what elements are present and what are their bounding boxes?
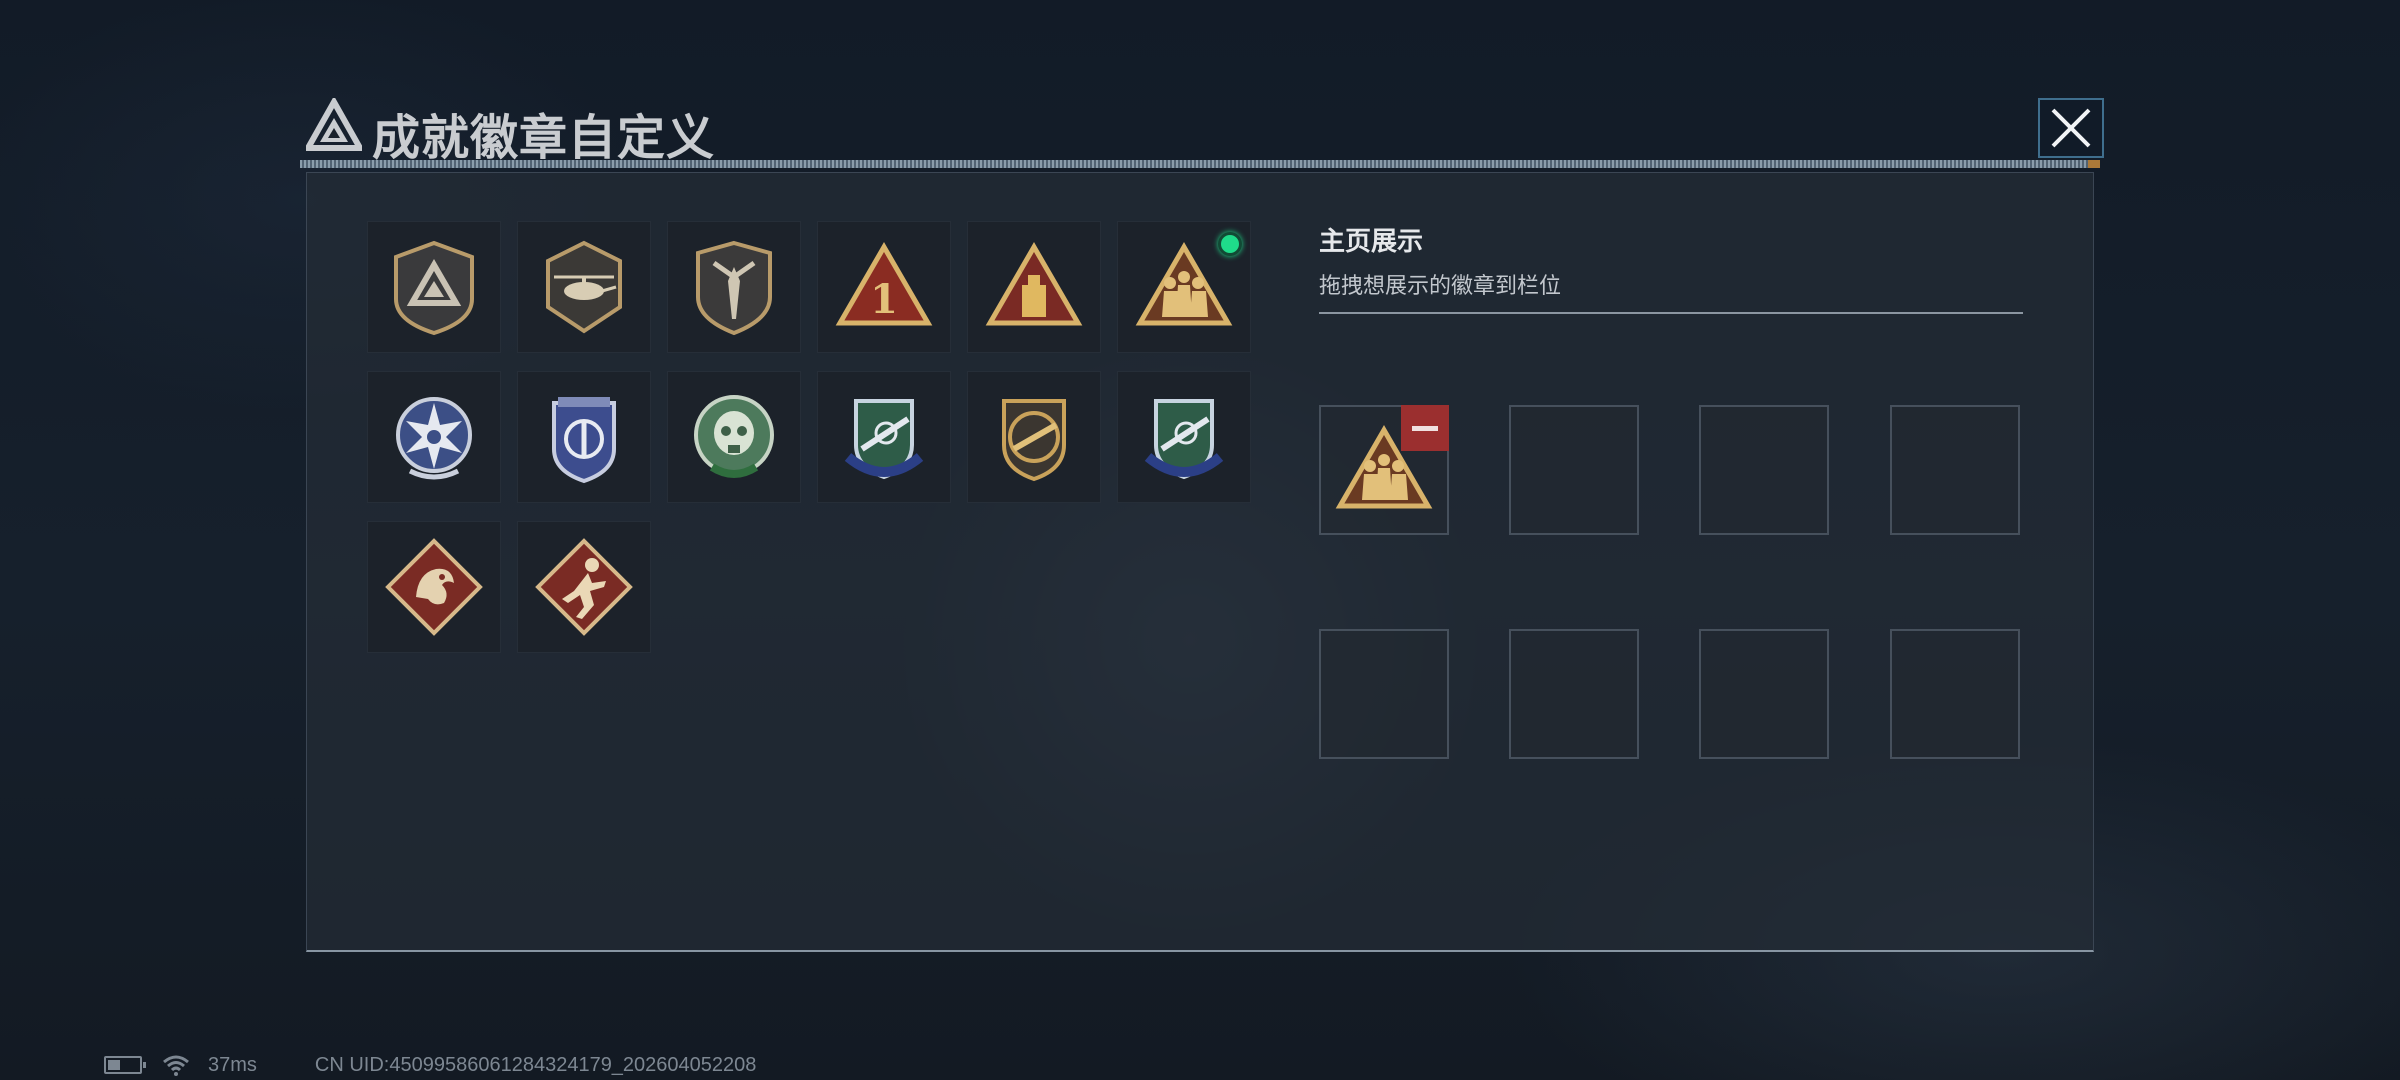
helicopter-shield-badge-icon — [546, 240, 622, 334]
selected-indicator — [1218, 232, 1242, 256]
badge-cell[interactable]: 1 — [817, 221, 951, 353]
dagger-shield-badge-icon — [696, 240, 772, 336]
display-divider — [1319, 312, 2023, 314]
dialog-header: 成就徽章自定义 — [300, 92, 2104, 172]
badge-cell[interactable] — [367, 221, 501, 353]
ping-readout: 37ms — [208, 1053, 257, 1076]
battery-icon — [104, 1056, 146, 1074]
soldiers-triangle-badge-icon — [1135, 242, 1233, 326]
uid-text: CN UID:45099586061284324179_202604052208 — [314, 1053, 757, 1076]
ammo-triangle-badge-icon — [985, 242, 1083, 326]
display-slot-4[interactable] — [1890, 405, 2020, 535]
triangle-a-logo-icon — [306, 98, 362, 151]
badge-cell[interactable] — [967, 221, 1101, 353]
wifi-icon — [163, 1055, 189, 1076]
number-one-triangle-badge-icon: 1 — [835, 242, 933, 326]
badge-cell[interactable] — [517, 521, 651, 653]
minus-icon — [1412, 425, 1438, 431]
svg-text:1: 1 — [870, 276, 898, 323]
badge-cell[interactable] — [667, 371, 801, 503]
display-slot-8[interactable] — [1890, 629, 2020, 759]
dragon-diamond-badge-icon — [385, 538, 483, 636]
display-slot-7[interactable] — [1699, 629, 1829, 759]
display-slot-6[interactable] — [1509, 629, 1639, 759]
badge-cell[interactable] — [1117, 371, 1251, 503]
runner-diamond-badge-icon — [535, 538, 633, 636]
homepage-display-section: 主页展示 拖拽想展示的徽章到栏位 — [1319, 221, 2027, 759]
badge-cell[interactable] — [817, 371, 951, 503]
display-subtitle: 拖拽想展示的徽章到栏位 — [1319, 274, 1562, 299]
display-slot-3[interactable] — [1699, 405, 1829, 535]
badge-cell[interactable] — [967, 371, 1101, 503]
display-slot-2[interactable] — [1509, 405, 1639, 535]
display-slot-5[interactable] — [1319, 629, 1449, 759]
badge-cell[interactable] — [517, 221, 651, 353]
close-button[interactable] — [2038, 98, 2104, 158]
display-slot-1[interactable] — [1319, 405, 1449, 535]
sniper-rifle-shield-badge-icon — [844, 399, 924, 480]
badge-customize-panel: 1 主页展示 拖拽想展示的徽章到栏位 — [306, 172, 2094, 952]
badge-cell[interactable] — [367, 521, 501, 653]
remove-badge-button[interactable] — [1401, 405, 1449, 451]
badge-cell[interactable] — [667, 221, 801, 353]
status-bar: 37ms CN UID:45099586061284324179_2026040… — [104, 1054, 756, 1076]
sniper-rifle-shield-badge-2-icon — [1144, 399, 1224, 480]
blue-shield-emblem-badge-icon — [552, 397, 616, 484]
close-icon — [2051, 108, 2091, 148]
badge-cell[interactable] — [517, 371, 651, 503]
gray-shield-triangle-badge-icon — [394, 240, 474, 336]
display-title: 主页展示 — [1319, 227, 1424, 257]
badge-cell[interactable] — [367, 371, 501, 503]
header-divider — [300, 160, 2100, 168]
green-skull-badge-icon — [694, 395, 774, 478]
blue-star-badge-icon — [396, 397, 472, 480]
badge-cell[interactable] — [1117, 221, 1251, 353]
gold-rifle-shield-badge-icon — [1002, 399, 1066, 482]
dialog-title: 成就徽章自定义 — [372, 110, 716, 166]
